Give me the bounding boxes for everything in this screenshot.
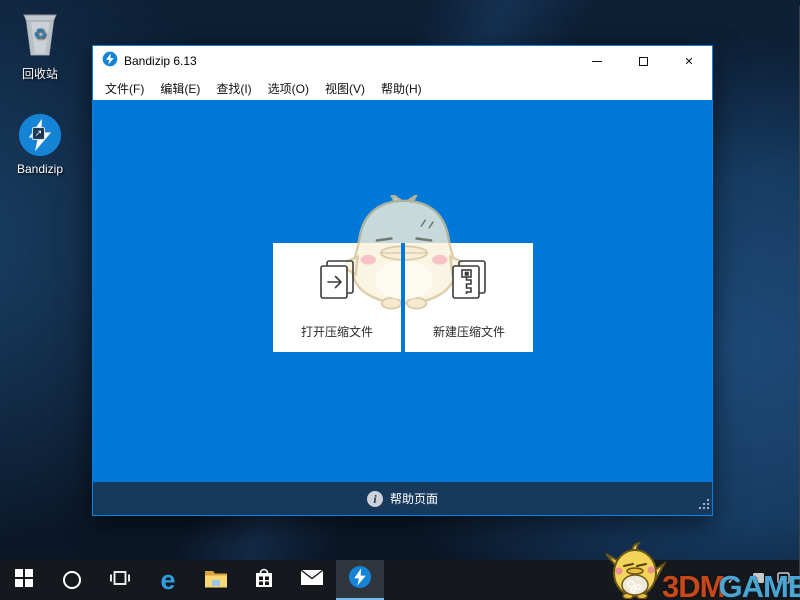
tray-icon-1[interactable] (752, 571, 765, 589)
store-button[interactable] (240, 560, 288, 600)
task-view-button[interactable] (96, 560, 144, 600)
bandizip-icon: ↗ (17, 112, 63, 158)
new-archive-label: 新建压缩文件 (405, 323, 533, 340)
cortana-button[interactable] (48, 560, 96, 600)
recycle-bin-label: 回收站 (22, 67, 58, 81)
menu-find[interactable]: 查找(I) (208, 77, 259, 100)
title-bar[interactable]: Bandizip 6.13 ✕ (93, 46, 712, 76)
resize-grip[interactable] (698, 498, 710, 513)
svg-text:♻: ♻ (33, 26, 46, 43)
help-page-label: 帮助页面 (390, 490, 438, 507)
mail-icon (300, 569, 324, 591)
shortcut-arrow-icon: ↗ (32, 127, 45, 140)
system-tray[interactable] (728, 560, 790, 600)
minimize-button[interactable] (574, 46, 620, 76)
cortana-circle-icon (63, 571, 81, 589)
maximize-button[interactable] (620, 46, 666, 76)
help-page-button[interactable]: i 帮助页面 (93, 482, 712, 515)
bandizip-taskbar-icon (348, 565, 372, 594)
task-view-icon (109, 570, 131, 591)
open-archive-button[interactable]: 打开压缩文件 (273, 243, 401, 352)
menu-bar: 文件(F) 编辑(E) 查找(I) 选项(O) 视图(V) 帮助(H) (93, 76, 712, 100)
edge-icon: e (160, 567, 175, 594)
new-archive-button[interactable]: 新建压缩文件 (405, 243, 533, 352)
mail-button[interactable] (288, 560, 336, 600)
maximize-icon (639, 57, 648, 66)
bandizip-titlebar-icon (102, 51, 118, 72)
open-archive-label: 打开压缩文件 (273, 323, 401, 340)
windows-logo-icon (15, 569, 33, 592)
edge-button[interactable]: e (144, 560, 192, 600)
menu-file[interactable]: 文件(F) (97, 77, 152, 100)
taskbar: e (0, 560, 800, 600)
bandizip-taskbar-button[interactable] (336, 560, 384, 600)
bandizip-desktop-shortcut[interactable]: ↗ Bandizip (2, 112, 78, 176)
recycle-bin-icon: ♻ (2, 8, 78, 61)
tray-chevron-up-icon[interactable] (728, 571, 740, 589)
minimize-icon (592, 61, 602, 62)
chevron-down-icon[interactable] (330, 304, 344, 322)
menu-help[interactable]: 帮助(H) (373, 77, 430, 100)
info-icon: i (367, 491, 383, 507)
close-button[interactable]: ✕ (666, 46, 712, 76)
menu-view[interactable]: 视图(V) (317, 77, 373, 100)
file-explorer-icon (204, 568, 228, 593)
bandizip-window: Bandizip 6.13 ✕ 文件(F) 编辑(E) 查找(I) 选项(O) … (92, 45, 713, 516)
new-archive-icon (445, 256, 493, 309)
tray-icon-2[interactable] (777, 571, 790, 589)
store-icon (254, 567, 274, 594)
menu-edit[interactable]: 编辑(E) (152, 77, 208, 100)
window-title: Bandizip 6.13 (124, 54, 197, 68)
recycle-bin-desktop-icon[interactable]: ♻ 回收站 (2, 8, 78, 82)
open-archive-icon (313, 256, 361, 309)
bandizip-shortcut-label: Bandizip (17, 162, 63, 176)
menu-options[interactable]: 选项(O) (260, 77, 317, 100)
start-button[interactable] (0, 560, 48, 600)
file-explorer-button[interactable] (192, 560, 240, 600)
